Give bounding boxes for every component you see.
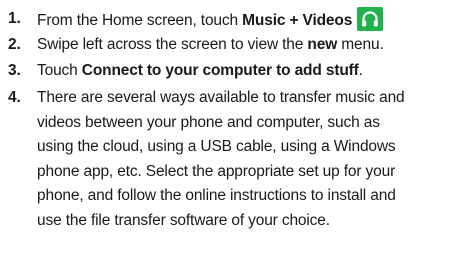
instruction-steps: 1. From the Home screen, touch Music + V… [0,0,472,270]
step-text-plain: menu. [337,36,384,53]
step-text-line: phone, and follow the online instruction… [37,187,396,204]
step-text: From the Home screen, touch Music + Vide… [37,7,469,34]
step-text-line: using the cloud, using a USB cable, usin… [37,138,396,155]
step-number: 1. [8,10,21,27]
step-text: There are several ways available to tran… [37,86,469,233]
step-number: 4. [8,89,21,106]
step-number: 3. [8,62,21,79]
step-text-bold: Connect to your computer to add stuff [81,62,359,79]
step-text-line: use the file transfer software of your c… [37,211,330,229]
step-text-plain: . [358,62,363,79]
step-number: 2. [8,36,21,53]
step-text-line: phone app, etc. Select the appropriate s… [37,162,396,180]
step-text-bold: Music + Videos [242,12,353,29]
headphones-icon [357,7,384,31]
step-text: Swipe left across the screen to view the… [37,33,469,58]
step-text-plain: From the Home screen, touch [37,12,243,29]
step-text-plain: Swipe left across the screen to view the [37,36,308,53]
step-text: Touch Connect to your computer to add st… [37,59,469,84]
step-text-line: There are several ways available to tran… [37,89,405,106]
step-text-plain: Touch [37,62,82,79]
step-text-line: videos between your phone and computer, … [37,113,380,131]
step-text-bold: new [307,36,338,53]
